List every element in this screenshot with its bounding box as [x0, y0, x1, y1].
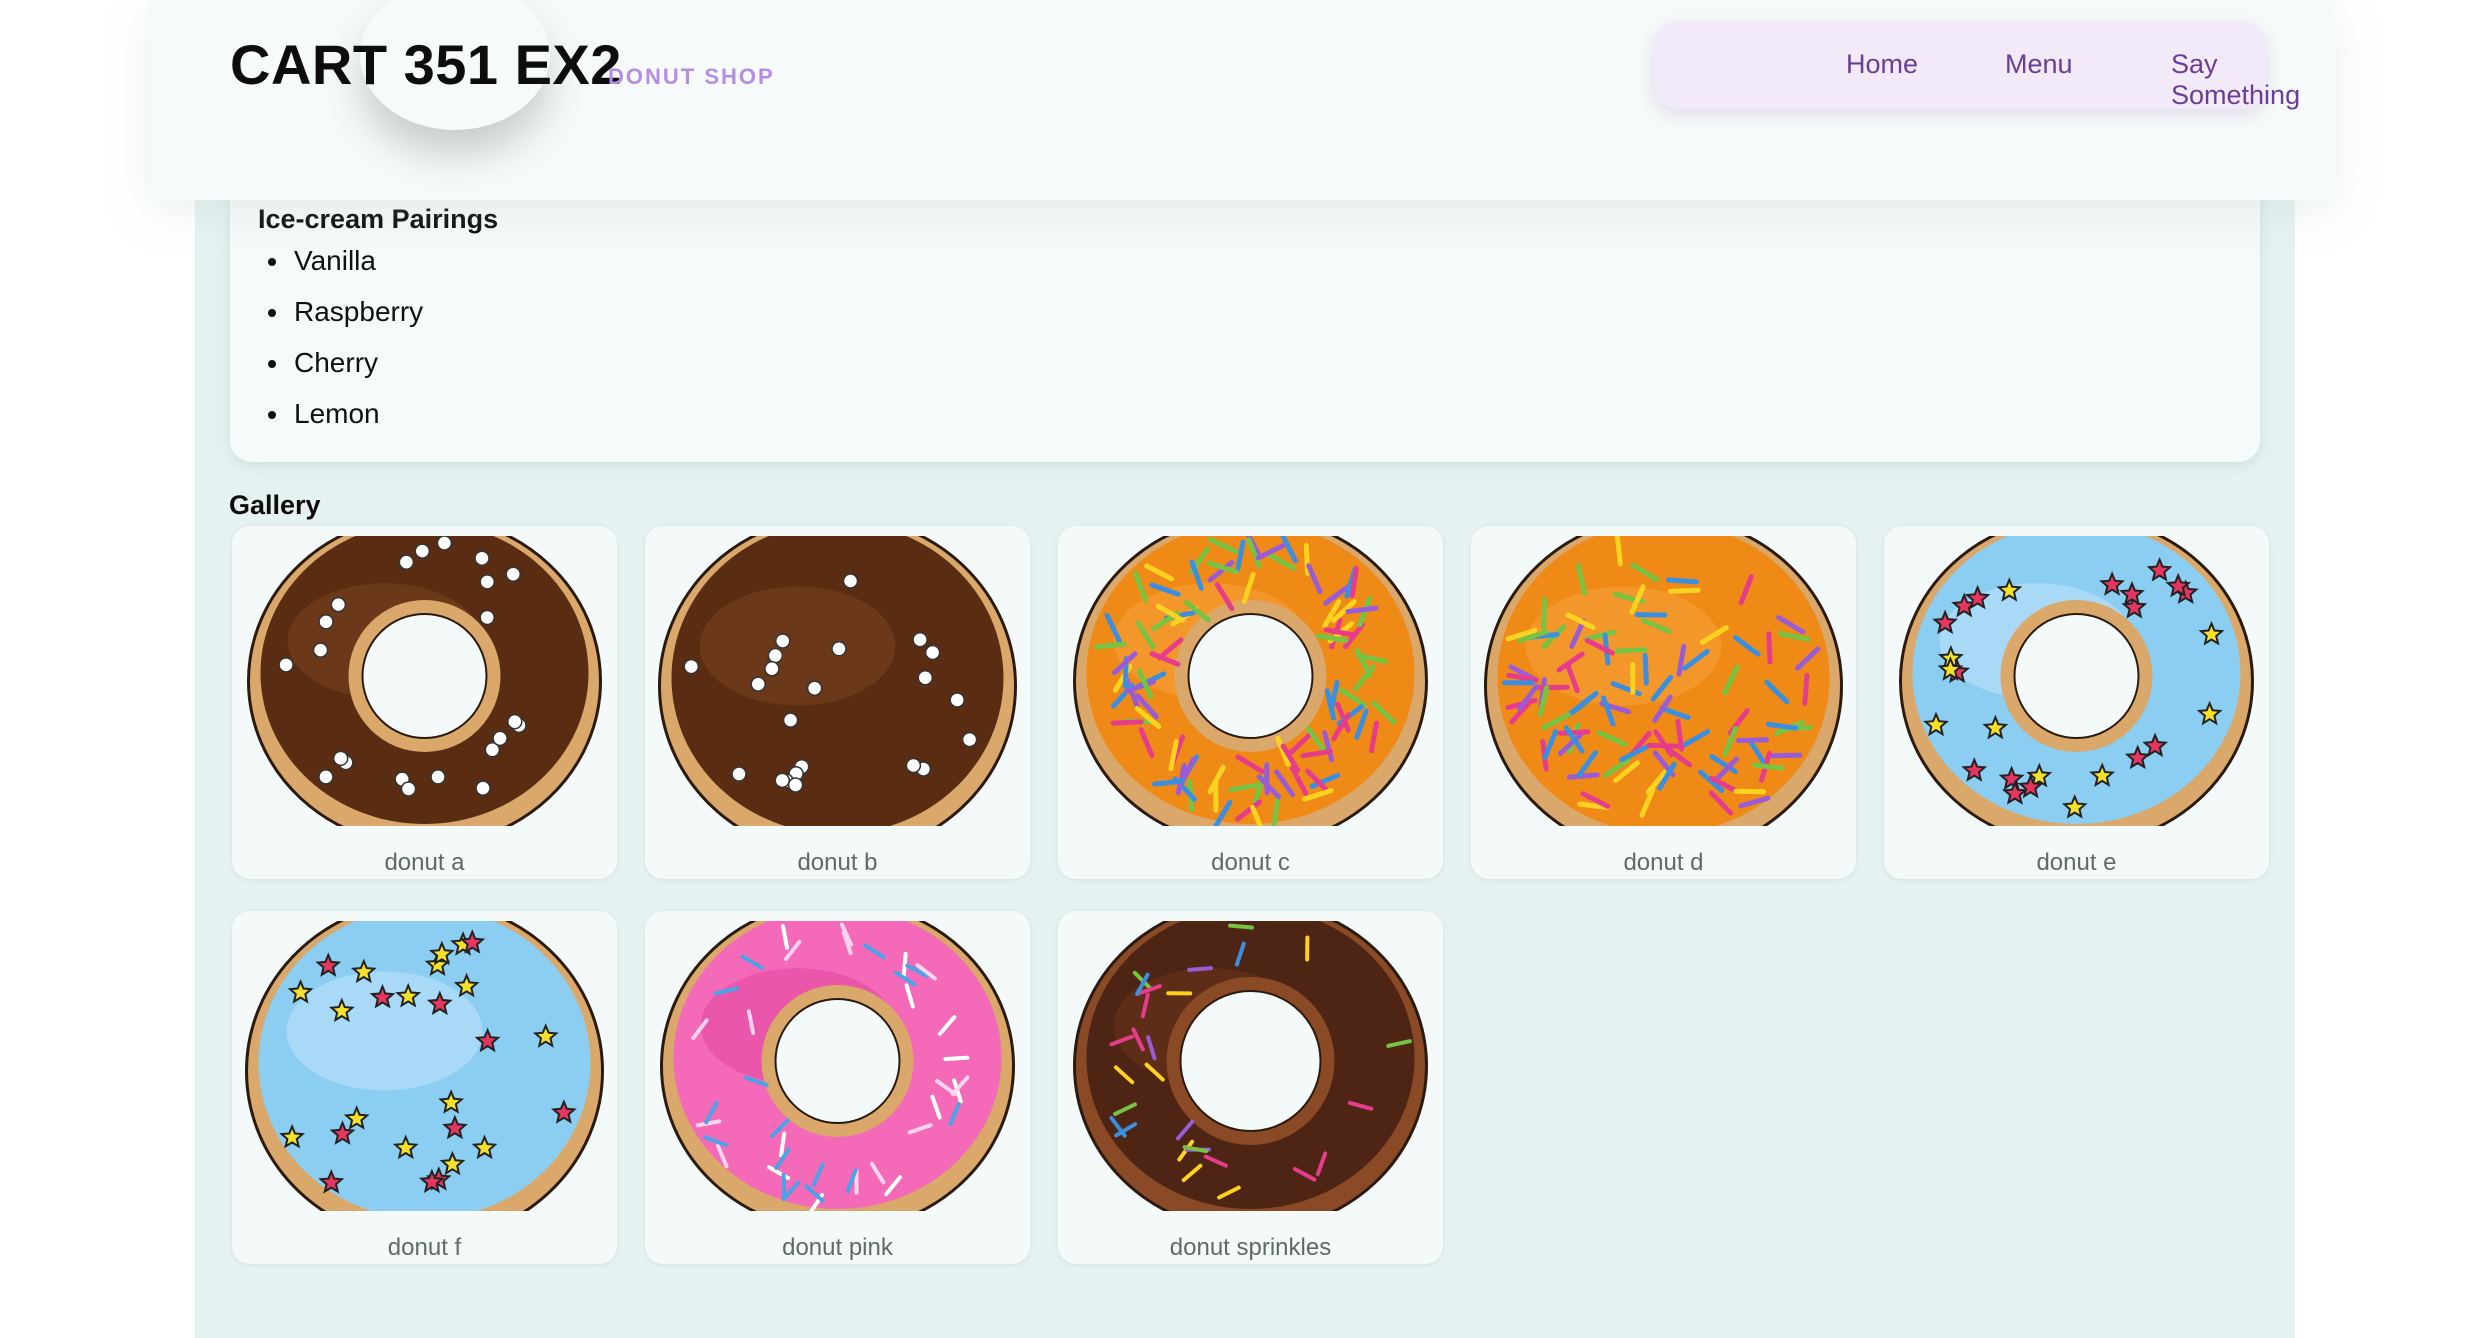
pairings-heading: Ice-cream Pairings — [258, 204, 499, 234]
donut-image — [247, 536, 602, 826]
gallery-card[interactable]: donut d — [1471, 526, 1856, 879]
ice-cream-pairings-card: Ice-cream Pairings Vanilla Raspberry Che… — [230, 180, 2260, 462]
gallery-caption: donut b — [797, 849, 878, 876]
gallery-heading: Gallery — [229, 490, 321, 520]
gallery-card[interactable]: donut c — [1058, 526, 1443, 879]
list-item: Cherry — [260, 342, 423, 393]
nav-menu-link[interactable]: Menu — [2005, 49, 2073, 80]
list-item: Lemon — [260, 393, 423, 444]
site-subtitle: DONUT SHOP — [608, 64, 775, 89]
gallery-caption: donut d — [1623, 849, 1704, 876]
donut-image — [660, 921, 1015, 1211]
donut-hole — [774, 998, 901, 1124]
gallery-caption: donut pink — [782, 1234, 893, 1261]
gallery-caption: donut sprinkles — [1169, 1234, 1332, 1261]
gallery-card[interactable]: donut a — [232, 526, 617, 879]
donut-hole — [1179, 990, 1322, 1132]
donut-image — [1899, 536, 2254, 826]
pairings-list: Vanilla Raspberry Cherry Lemon — [260, 240, 423, 444]
donut-image — [245, 921, 604, 1211]
gallery-card[interactable]: donut e — [1884, 526, 2269, 879]
nav-home-link[interactable]: Home — [1846, 49, 1918, 80]
donut-hole — [1187, 613, 1314, 739]
list-item: Raspberry — [260, 291, 423, 342]
nav-say-something-link[interactable]: Say Something — [2171, 49, 2300, 111]
donut-image — [1484, 536, 1843, 826]
site-title: CART 351 EX2 — [230, 33, 622, 96]
gallery-caption: donut c — [1211, 849, 1290, 876]
gallery-caption: donut e — [2036, 849, 2117, 876]
list-item: Vanilla — [260, 240, 423, 291]
gallery-card[interactable]: donut f — [232, 911, 617, 1264]
donut-hole — [2013, 613, 2140, 739]
donut-image — [658, 536, 1017, 826]
site-header: CART 351 EX2 DONUT SHOP Home Menu Say So… — [150, 0, 2335, 200]
gallery-caption: donut a — [384, 849, 465, 876]
gallery-card[interactable]: donut sprinkles — [1058, 911, 1443, 1264]
gallery-caption: donut f — [387, 1234, 462, 1261]
gallery-card[interactable]: donut pink — [645, 911, 1030, 1264]
donut-image — [1073, 921, 1428, 1211]
donut-image — [1073, 536, 1428, 826]
gallery-card[interactable]: donut b — [645, 526, 1030, 879]
main-nav: Home Menu Say Something — [1653, 21, 2300, 110]
donut-hole — [361, 613, 488, 739]
